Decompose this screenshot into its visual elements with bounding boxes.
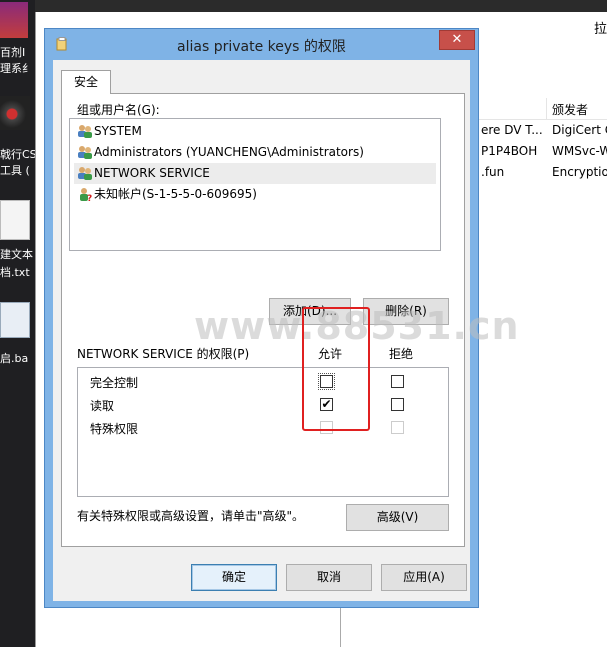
permission-name: 读取 bbox=[90, 399, 115, 413]
background-top-right-text: 拉 bbox=[594, 22, 607, 37]
dialog-title: alias private keys 的权限 bbox=[177, 39, 346, 55]
text-file-icon[interactable] bbox=[0, 200, 30, 240]
list-item[interactable]: SYSTEM bbox=[74, 121, 436, 142]
cert-cell[interactable]: DigiCert G bbox=[552, 123, 607, 137]
deny-special-checkbox bbox=[391, 421, 404, 434]
group-users-label: 组或用户名(G): bbox=[77, 103, 160, 117]
desktop-label: 工具 ( bbox=[0, 164, 30, 177]
cancel-button[interactable]: 取消 bbox=[286, 564, 372, 591]
dialog-titlebar[interactable]: alias private keys 的权限 ✕ bbox=[45, 29, 478, 59]
user-name: 未知帐户(S-1-5-5-0-609695) bbox=[94, 187, 257, 201]
annotation-highlight bbox=[302, 307, 370, 431]
close-button[interactable]: ✕ bbox=[439, 30, 475, 50]
users-group-icon bbox=[78, 146, 92, 159]
advanced-hint: 有关特殊权限或高级设置，请单击"高级"。 bbox=[77, 509, 305, 523]
desktop-label: 百剂I bbox=[0, 46, 26, 59]
user-name: SYSTEM bbox=[94, 124, 142, 138]
desktop-label: 戟行CS bbox=[0, 148, 37, 161]
deny-read-checkbox[interactable] bbox=[391, 398, 404, 411]
desktop-label: 理系纟 bbox=[0, 62, 33, 75]
list-item[interactable]: ? 未知帐户(S-1-5-5-0-609695) bbox=[74, 184, 436, 205]
unknown-user-icon: ? bbox=[80, 188, 92, 202]
cert-cell[interactable]: ere DV T... bbox=[481, 123, 543, 137]
background-window-topbar bbox=[35, 0, 607, 12]
desktop-label: 启.ba bbox=[0, 352, 29, 365]
permission-name: 完全控制 bbox=[90, 376, 139, 390]
winrar-icon[interactable] bbox=[0, 2, 28, 38]
user-name: NETWORK SERVICE bbox=[94, 166, 210, 180]
users-group-icon bbox=[78, 167, 92, 180]
cert-cell[interactable]: .fun bbox=[481, 165, 504, 179]
list-item[interactable]: NETWORK SERVICE bbox=[74, 163, 436, 184]
cert-cell[interactable]: WMSvc-W bbox=[552, 144, 607, 158]
permission-name: 特殊权限 bbox=[90, 422, 139, 436]
desktop-label: 建文本 bbox=[0, 248, 33, 261]
cert-cell[interactable]: Encryptio bbox=[552, 165, 607, 179]
user-name: Administrators (YUANCHENG\Administrators… bbox=[94, 145, 364, 159]
users-list[interactable]: SYSTEM Administrators (YUANCHENG\Adminis… bbox=[69, 118, 441, 251]
apply-button[interactable]: 应用(A) bbox=[381, 564, 467, 591]
svg-text:?: ? bbox=[87, 194, 92, 202]
ok-button[interactable]: 确定 bbox=[191, 564, 277, 591]
cert-cell[interactable]: P1P4BOH bbox=[481, 144, 537, 158]
list-item[interactable]: Administrators (YUANCHENG\Administrators… bbox=[74, 142, 436, 163]
desktop-label: 档.txt bbox=[0, 266, 30, 279]
users-group-icon bbox=[78, 125, 92, 138]
desktop-strip: 百剂I 理系纟 戟行CS 工具 ( 建文本 档.txt 启.ba bbox=[0, 0, 37, 647]
advanced-button[interactable]: 高级(V) bbox=[346, 504, 449, 531]
tool-icon[interactable] bbox=[0, 96, 30, 130]
header-divider bbox=[479, 119, 607, 120]
permissions-list: 完全控制 读取 特殊权限 ✔ bbox=[77, 367, 449, 497]
gear-file-icon[interactable] bbox=[0, 302, 30, 338]
tab-security[interactable]: 安全 bbox=[61, 70, 111, 94]
column-separator bbox=[546, 98, 547, 120]
column-header-issuer[interactable]: 颁发者 bbox=[552, 101, 588, 118]
background-divider bbox=[340, 608, 341, 647]
deny-full-control-checkbox[interactable] bbox=[391, 375, 404, 388]
